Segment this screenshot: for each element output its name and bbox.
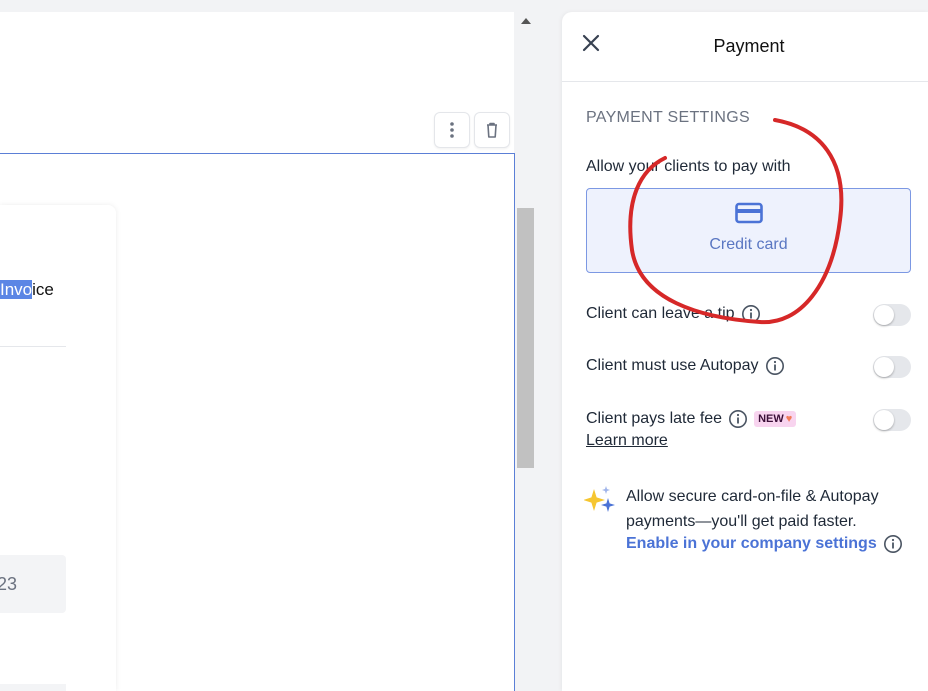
payment-panel: Payment PAYMENT SETTINGS Allow your clie… — [562, 12, 928, 691]
company-settings-link[interactable]: Enable in your company settings — [626, 534, 903, 554]
late-fee-row: Client pays late fee NEW ♥ — [586, 409, 911, 431]
tip-row: Client can leave a tip — [586, 304, 911, 326]
invoice-title-rest: ice — [32, 280, 54, 299]
trash-icon — [487, 122, 497, 138]
info-icon[interactable] — [728, 409, 748, 429]
late-fee-label: Client pays late fee — [586, 410, 723, 427]
scroll-up-arrow-icon[interactable] — [521, 18, 531, 24]
new-badge: NEW ♥ — [754, 411, 797, 427]
tip-toggle[interactable] — [873, 304, 911, 326]
card-divider — [0, 346, 66, 347]
more-options-button[interactable] — [434, 112, 470, 148]
invoice-title[interactable]: Invoice — [0, 280, 54, 300]
credit-card-icon — [734, 202, 763, 223]
autopay-toggle[interactable] — [873, 356, 911, 378]
panel-title: Payment — [713, 36, 785, 56]
info-icon[interactable] — [765, 356, 785, 376]
new-badge-text: NEW — [758, 413, 784, 425]
kebab-icon — [450, 122, 454, 138]
credit-card-option[interactable]: Credit card — [586, 188, 911, 273]
allow-label: Allow your clients to pay with — [586, 158, 791, 175]
company-settings-link-text: Enable in your company settings — [626, 535, 877, 552]
credit-card-label: Credit card — [709, 235, 788, 253]
bottom-field[interactable] — [0, 684, 66, 691]
late-fee-toggle[interactable] — [873, 409, 911, 431]
invoice-card — [0, 205, 116, 691]
toggle-knob — [874, 357, 894, 377]
editor-scrollbar[interactable] — [516, 12, 536, 691]
info-icon[interactable] — [883, 534, 903, 554]
toggle-knob — [874, 410, 894, 430]
learn-more-link[interactable]: Learn more — [586, 432, 668, 450]
tip-label: Client can leave a tip — [586, 305, 735, 322]
number-field-value: 23 — [0, 573, 18, 594]
info-icon[interactable] — [741, 304, 761, 324]
block-actions — [434, 112, 510, 148]
toggle-knob — [874, 305, 894, 325]
editor-area: Invoice 23 — [0, 0, 516, 691]
number-field[interactable]: 23 — [0, 555, 66, 613]
panel-header: Payment — [562, 12, 928, 82]
section-title: PAYMENT SETTINGS — [586, 109, 750, 126]
scroll-thumb[interactable] — [517, 208, 534, 468]
selected-text: Invo — [0, 280, 33, 299]
autopay-row: Client must use Autopay — [586, 356, 911, 378]
delete-block-button[interactable] — [474, 112, 510, 148]
heart-icon: ♥ — [785, 413, 793, 425]
promo-text: Allow secure card-on-file & Autopay paym… — [626, 488, 879, 530]
autopay-label: Client must use Autopay — [586, 357, 759, 374]
sparkle-icon — [584, 486, 615, 512]
